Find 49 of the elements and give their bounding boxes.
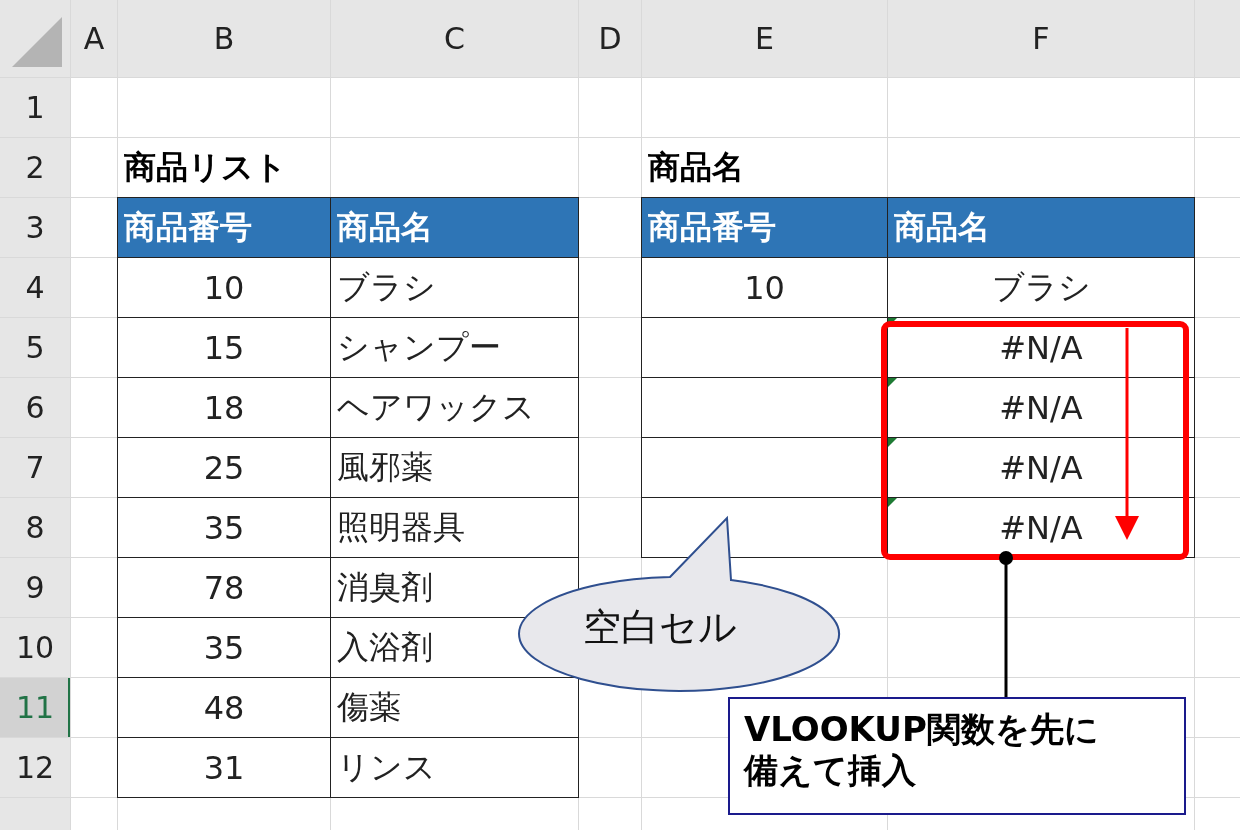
callout-text: 空白セル	[583, 604, 737, 651]
table-cell: ブラシ	[331, 258, 578, 317]
column-header[interactable]: A	[71, 0, 117, 77]
column-header[interactable]: B	[118, 0, 330, 77]
table-cell: 傷薬	[331, 678, 578, 737]
row-header[interactable]	[0, 798, 70, 830]
table-cell: 35	[118, 618, 330, 677]
table-cell: 風邪薬	[331, 438, 578, 497]
table-cell: 10	[118, 258, 330, 317]
table-cell: 31	[118, 738, 330, 797]
row-header[interactable]: 1	[0, 78, 70, 137]
row-header[interactable]: 3	[0, 198, 70, 257]
table-cell: 78	[118, 558, 330, 617]
table-cell: 15	[118, 318, 330, 377]
row-header[interactable]: 10	[0, 618, 70, 677]
table-cell: #N/A	[888, 378, 1194, 437]
table-cell: 商品名	[642, 138, 887, 197]
row-header[interactable]: 4	[0, 258, 70, 317]
table-cell: 25	[118, 438, 330, 497]
column-title-cell: 商品名	[331, 198, 578, 257]
column-title-cell: 商品番号	[642, 198, 887, 257]
row-header[interactable]: 2	[0, 138, 70, 197]
row-header[interactable]: 5	[0, 318, 70, 377]
row-header[interactable]: 6	[0, 378, 70, 437]
annotation-note: VLOOKUP関数を先に備えて挿入	[728, 697, 1186, 815]
row-header[interactable]: 12	[0, 738, 70, 797]
table-cell: ヘアワックス	[331, 378, 578, 437]
column-header[interactable]: D	[579, 0, 641, 77]
table-cell: 消臭剤	[331, 558, 578, 617]
table-cell: #N/A	[888, 438, 1194, 497]
table-cell: 18	[118, 378, 330, 437]
table-cell: 照明器具	[331, 498, 578, 557]
row-header[interactable]: 8	[0, 498, 70, 557]
column-title-cell: 商品番号	[118, 198, 330, 257]
row-header[interactable]: 7	[0, 438, 70, 497]
row-header[interactable]: 11	[0, 678, 70, 737]
column-header[interactable]: F	[888, 0, 1194, 77]
table-cell: ブラシ	[888, 258, 1194, 317]
row-header[interactable]: 9	[0, 558, 70, 617]
column-header[interactable]: E	[642, 0, 887, 77]
table-cell: 10	[642, 258, 887, 317]
table-cell: シャンプー	[331, 318, 578, 377]
column-header[interactable]	[1195, 0, 1240, 77]
table-cell: リンス	[331, 738, 578, 797]
table-cell: 48	[118, 678, 330, 737]
column-title-cell: 商品名	[888, 198, 1194, 257]
table-cell: 商品リスト	[118, 138, 330, 197]
column-header[interactable]: C	[331, 0, 578, 77]
table-cell: 35	[118, 498, 330, 557]
